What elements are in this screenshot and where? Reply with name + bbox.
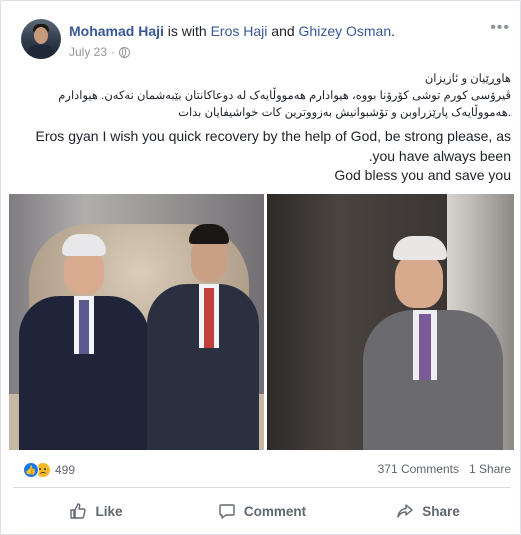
post-card: Mohamad Haji is with Eros Haji and Ghize…: [0, 0, 521, 535]
post-photos: [9, 194, 514, 450]
author-avatar[interactable]: [21, 19, 61, 59]
post-date-link[interactable]: July 23: [69, 45, 107, 59]
comment-icon: [219, 504, 235, 519]
shares-count-link[interactable]: 1 Share: [469, 462, 511, 476]
photo-left[interactable]: [9, 194, 264, 450]
and-text: and: [267, 23, 299, 39]
post-text-english-2: .you have always been: [368, 148, 511, 164]
photo-right[interactable]: [267, 194, 514, 450]
post-actions: Like Comment Share: [13, 493, 511, 529]
globe-icon[interactable]: [119, 46, 131, 58]
like-button[interactable]: Like: [13, 493, 179, 529]
share-button[interactable]: Share: [345, 493, 511, 529]
post-text-line-3: هەمووڵایەک پارێزراوبن و تۆشبوانیش بەزووت…: [178, 107, 511, 119]
end-text: .: [391, 23, 396, 39]
thumbs-up-icon: [70, 503, 87, 519]
divider: [13, 487, 511, 488]
post-text-english-3: God bless you and save you: [334, 167, 511, 183]
post-text-english-1: Eros gyan I wish you quick recovery by t…: [35, 128, 511, 144]
post-text-line-2: ڤیرۆسی کورم توشی کۆرۆنا بووە، هیوادارم ه…: [58, 90, 511, 102]
share-arrow-icon: [397, 504, 413, 518]
tagged-user-link-2[interactable]: Ghizey Osman: [299, 23, 392, 39]
with-text: is with: [163, 23, 211, 39]
author-name-link[interactable]: Mohamad Haji: [69, 23, 164, 39]
post-meta: July 23 ·: [69, 45, 131, 59]
comment-label: Comment: [243, 503, 307, 519]
post-header: Mohamad Haji is with Eros Haji and Ghize…: [69, 23, 395, 39]
like-label: Like: [95, 503, 123, 519]
post-text-line-1: هاوڕێیان و ئازیزان: [424, 73, 511, 85]
reaction-count[interactable]: 499: [55, 463, 75, 477]
post-stats: 👍 499 371 Comments 1 Share: [13, 457, 511, 483]
share-label: Share: [422, 503, 460, 519]
comments-count-link[interactable]: 371 Comments: [378, 462, 459, 476]
more-options-icon[interactable]: •••: [490, 19, 510, 37]
comment-button[interactable]: Comment: [179, 493, 345, 529]
like-reaction-icon: 👍: [23, 462, 39, 478]
tagged-user-link-1[interactable]: Eros Haji: [211, 23, 268, 39]
reactions-summary[interactable]: 👍 499: [23, 462, 75, 478]
